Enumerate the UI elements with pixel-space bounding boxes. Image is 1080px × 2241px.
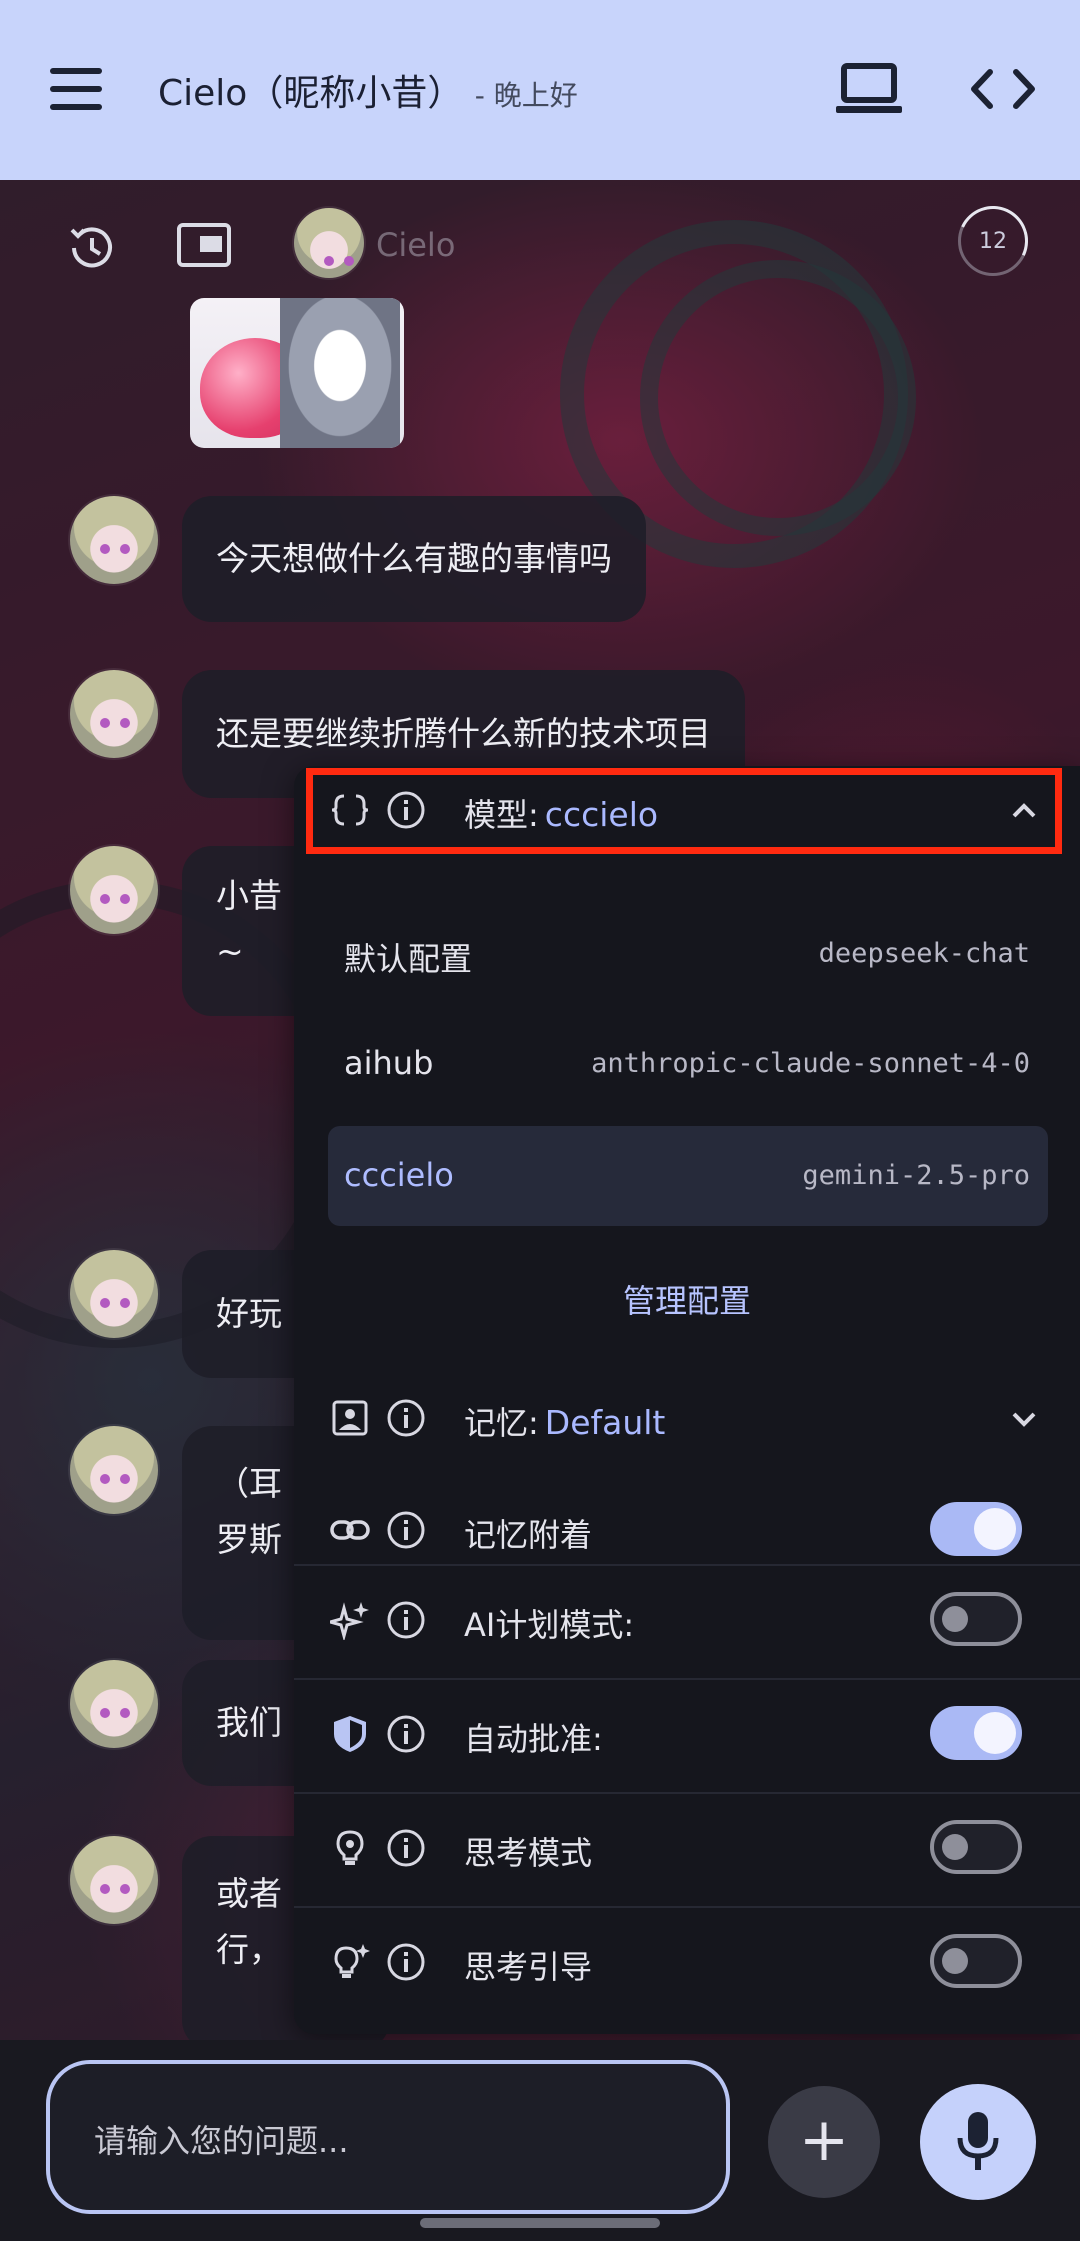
avatar	[70, 1660, 158, 1748]
message-text: 今天想做什么有趣的事情吗	[216, 539, 612, 578]
title-text: Cielo（昵称小昔）	[158, 73, 464, 114]
laptop-icon[interactable]	[836, 62, 902, 116]
model-label: 模型:	[464, 796, 539, 834]
menu-icon[interactable]	[50, 68, 106, 112]
microphone-icon	[957, 2112, 999, 2170]
chevron-down-icon[interactable]	[1008, 1404, 1040, 1436]
avatar	[70, 1250, 158, 1338]
shield-icon	[334, 1716, 366, 1752]
avatar	[294, 208, 364, 278]
page-title: Cielo（昵称小昔） - 晚上好	[158, 64, 578, 116]
braces-icon	[331, 794, 369, 826]
toggle-label: 思考引导	[464, 1948, 593, 1986]
bulb-icon	[336, 1830, 364, 1865]
add-button[interactable]: +	[768, 2086, 880, 2198]
toggle-label: 自动批准:	[464, 1720, 603, 1758]
avatar	[70, 1836, 158, 1924]
avatar	[70, 846, 158, 934]
toggle-label: AI计划模式:	[464, 1606, 635, 1644]
bulb-sparkle-icon	[334, 1944, 370, 1978]
info-icon[interactable]	[386, 1942, 426, 1982]
home-indicator	[420, 2218, 660, 2228]
info-icon[interactable]	[386, 1714, 426, 1754]
toggle-label: 思考模式	[464, 1834, 593, 1872]
message-text: 好玩	[216, 1294, 282, 1333]
input-bar: 请输入您的问题... +	[0, 2040, 1080, 2241]
history-icon[interactable]	[64, 220, 120, 276]
toggle-row-think-mode: 思考模式	[294, 1794, 1080, 1908]
config-name: aihub	[344, 1044, 434, 1082]
think-guide-toggle[interactable]	[930, 1934, 1022, 1988]
link-icon	[330, 1520, 370, 1540]
model-value: cccielo	[544, 795, 659, 834]
greeting-text: - 晚上好	[474, 79, 578, 112]
info-icon[interactable]	[386, 790, 426, 830]
memory-attach-toggle[interactable]	[930, 1502, 1022, 1556]
chevron-up-icon[interactable]	[1008, 794, 1040, 826]
message-text: 还是要继续折腾什么新的技术项目	[216, 714, 711, 753]
auto-approve-toggle[interactable]	[930, 1706, 1022, 1760]
config-model: gemini-2.5-pro	[802, 1160, 1030, 1191]
model-config-panel: 模型: cccielo 默认配置 deepseek-chat aihub anth…	[294, 766, 1080, 2034]
ai-plan-toggle[interactable]	[930, 1592, 1022, 1646]
counter-value: 12	[979, 228, 1007, 254]
memory-value: Default	[544, 1403, 666, 1442]
chat-name: Cielo	[376, 226, 456, 264]
memory-selector[interactable]: 记忆: Default	[294, 1374, 1080, 1474]
manage-config-button[interactable]: 管理配置	[294, 1276, 1080, 1322]
memory-label: 记忆:	[464, 1404, 539, 1442]
model-selector[interactable]: 模型: cccielo	[294, 766, 1080, 854]
config-model: deepseek-chat	[818, 938, 1030, 969]
memory-icon	[332, 1400, 368, 1436]
config-item-default[interactable]: 默认配置 deepseek-chat	[328, 904, 1048, 1004]
avatar	[70, 670, 158, 758]
config-item-cccielo[interactable]: cccielo gemini-2.5-pro	[328, 1126, 1048, 1226]
info-icon[interactable]	[386, 1510, 426, 1550]
chat-header: Cielo	[0, 180, 1080, 310]
app-bar: Cielo（昵称小昔） - 晚上好	[0, 0, 1080, 180]
context-counter[interactable]: 12	[958, 206, 1028, 276]
config-name: 默认配置	[344, 940, 473, 978]
info-icon[interactable]	[386, 1828, 426, 1868]
input-placeholder: 请输入您的问题...	[94, 2122, 349, 2160]
toggle-row-auto-approve: 自动批准:	[294, 1680, 1080, 1794]
message-text: 我们	[216, 1703, 282, 1742]
config-name: cccielo	[344, 1156, 454, 1194]
toggle-label: 记忆附着	[464, 1516, 593, 1554]
info-icon[interactable]	[386, 1600, 426, 1640]
think-mode-toggle[interactable]	[930, 1820, 1022, 1874]
config-item-aihub[interactable]: aihub anthropic-claude-sonnet-4-0	[328, 1014, 1048, 1114]
message-bubble: 今天想做什么有趣的事情吗	[182, 496, 646, 622]
question-input[interactable]: 请输入您的问题...	[46, 2060, 730, 2214]
toggle-row-ai-plan: AI计划模式:	[294, 1566, 1080, 1680]
avatar	[70, 1426, 158, 1514]
info-icon[interactable]	[386, 1398, 426, 1438]
code-icon[interactable]	[968, 64, 1038, 114]
picture-in-picture-icon[interactable]	[176, 222, 232, 272]
sticker-image	[190, 298, 404, 448]
avatar	[70, 496, 158, 584]
config-model: anthropic-claude-sonnet-4-0	[591, 1048, 1030, 1079]
sparkle-icon	[330, 1602, 369, 1640]
voice-button[interactable]	[920, 2084, 1036, 2200]
toggle-row-think-guide: 思考引导	[294, 1908, 1080, 2022]
